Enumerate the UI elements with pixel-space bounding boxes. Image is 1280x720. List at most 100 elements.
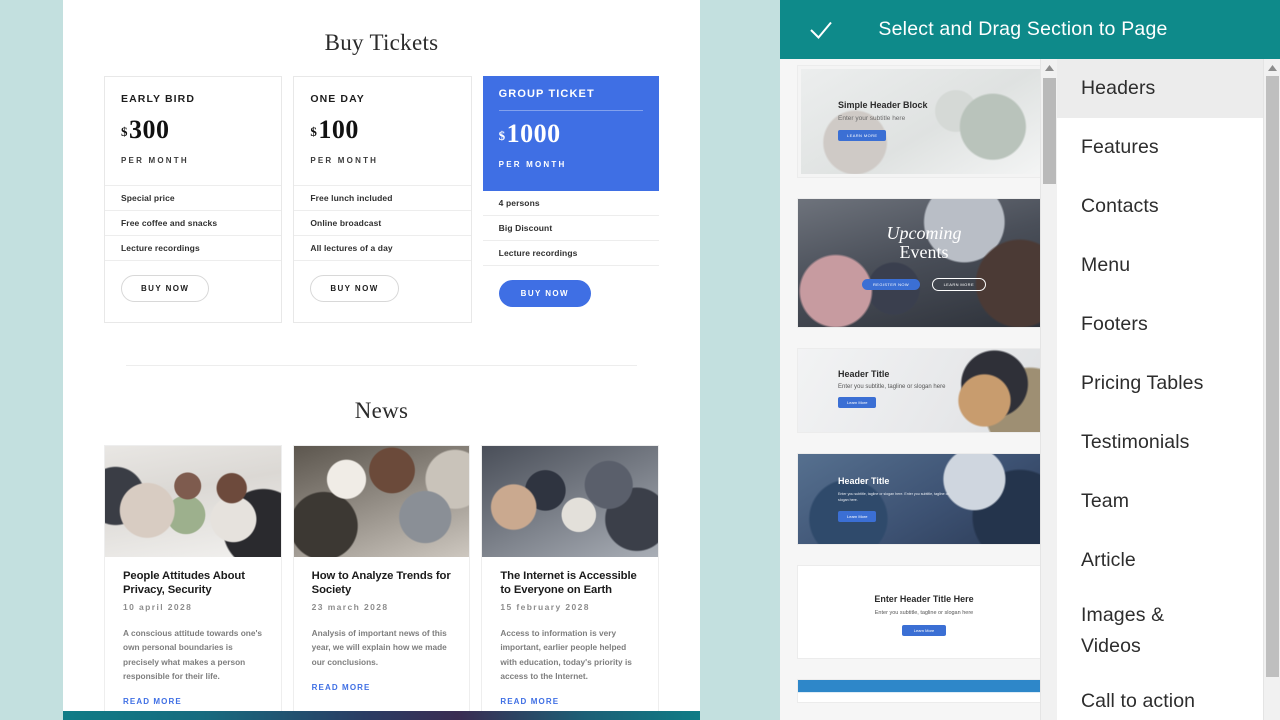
price-value: 100	[318, 115, 359, 144]
news-date: 23 march 2028	[311, 602, 389, 613]
thumbnail-title: Header Title	[838, 476, 890, 486]
panel-body: Simple Header Block Enter your subtitle …	[780, 59, 1280, 720]
pricing-feature: Free lunch included	[294, 186, 471, 211]
news-card-body: The Internet is Accessible to Everyone o…	[482, 557, 658, 720]
menu-scrollbar-thumb[interactable]	[1266, 76, 1279, 677]
pricing-feature: Lecture recordings	[482, 241, 659, 266]
pricing-card-early-bird[interactable]: EARLY BIRD $300 PER MONTH Special price …	[104, 76, 283, 323]
pricing-plan-wrap: GROUP TICKET	[498, 88, 643, 111]
menu-item-footers[interactable]: Footers	[1057, 295, 1280, 354]
menu-item-contacts[interactable]: Contacts	[1057, 177, 1280, 236]
thumbnails-scrollbar[interactable]	[1040, 59, 1057, 720]
news-thumbnail-image	[105, 446, 281, 557]
section-category-menu[interactable]: Headers Features Contacts Menu Footers P…	[1057, 59, 1280, 720]
read-more-link[interactable]: READ MORE	[312, 683, 452, 692]
section-thumbnail-upcoming-events[interactable]: Upcoming Events REGISTER NOW LEARN MORE	[797, 198, 1051, 328]
check-icon[interactable]	[806, 15, 836, 45]
price-value: 1000	[506, 119, 561, 148]
pricing-period: PER MONTH	[121, 156, 189, 165]
section-picker-panel[interactable]: Select and Drag Section to Page Simple H…	[780, 0, 1280, 720]
thumbnail-button[interactable]: Learn More	[838, 510, 877, 522]
menu-item-label: Features	[1081, 136, 1159, 158]
menu-item-label: Footers	[1081, 313, 1148, 335]
read-more-link[interactable]: READ MORE	[123, 697, 263, 706]
thumbnail-title-line1: Upcoming	[886, 223, 962, 243]
menu-item-testimonials[interactable]: Testimonials	[1057, 413, 1280, 472]
news-date: 10 april 2028	[123, 602, 193, 613]
menu-scrollbar[interactable]	[1263, 59, 1280, 720]
pricing-cards-row: EARLY BIRD $300 PER MONTH Special price …	[63, 56, 700, 323]
thumbnail-secondary-button[interactable]: LEARN MORE	[931, 277, 987, 291]
thumbnail-button[interactable]: LEARN MORE	[838, 130, 887, 141]
pricing-card-header: GROUP TICKET $1000 PER MONTH	[482, 76, 659, 191]
website-page[interactable]: Buy Tickets EARLY BIRD $300 PER MONTH Sp…	[63, 0, 700, 720]
news-card-body: How to Analyze Trends for Society 23 mar…	[294, 557, 470, 708]
pricing-card-footer: BUY NOW	[105, 261, 281, 318]
news-thumbnail-image	[482, 446, 659, 557]
thumbnail-button[interactable]: Learn More	[901, 625, 947, 636]
section-thumbnail-enter-header-title-here[interactable]: Enter Header Title Here Enter you subtit…	[797, 565, 1051, 659]
thumbnails-scrollbar-thumb[interactable]	[1043, 78, 1056, 184]
thumbnail-primary-button[interactable]: REGISTER NOW	[861, 278, 921, 290]
menu-item-pricing-tables[interactable]: Pricing Tables	[1057, 354, 1280, 413]
thumbnail-title: Simple Header Block	[838, 100, 928, 110]
menu-item-features[interactable]: Features	[1057, 118, 1280, 177]
pricing-plan-wrap: ONE DAY	[310, 93, 454, 105]
pricing-card-group-ticket[interactable]: GROUP TICKET $1000 PER MONTH 4 persons B…	[482, 76, 659, 323]
menu-item-call-to-action[interactable]: Call to action	[1057, 672, 1280, 720]
news-card[interactable]: How to Analyze Trends for Society 23 mar…	[292, 445, 471, 720]
menu-item-team[interactable]: Team	[1057, 472, 1280, 531]
next-section-strip[interactable]	[63, 711, 700, 720]
news-card-body: People Attitudes About Privacy, Security…	[105, 557, 281, 720]
news-excerpt: Analysis of important news of this year,…	[311, 628, 447, 667]
section-pricing[interactable]: Buy Tickets EARLY BIRD $300 PER MONTH Sp…	[63, 0, 700, 323]
pricing-plan-name: ONE DAY	[310, 93, 365, 105]
thumbnail-subtitle: Enter you subtitle, tagline or slogan he…	[838, 384, 946, 390]
pricing-feature: Big Discount	[482, 216, 659, 241]
panel-title: Select and Drag Section to Page	[878, 18, 1168, 40]
section-thumbnails-list: Simple Header Block Enter your subtitle …	[780, 59, 1057, 703]
pricing-plan-wrap: EARLY BIRD	[121, 93, 265, 105]
currency-symbol: $	[121, 124, 128, 139]
news-card[interactable]: People Attitudes About Privacy, Security…	[104, 445, 282, 720]
read-more-link[interactable]: READ MORE	[500, 697, 640, 706]
thumbnail-button[interactable]: Learn More	[838, 397, 877, 408]
chevron-up-icon	[1268, 64, 1277, 71]
pricing-card-footer: BUY NOW	[483, 266, 659, 323]
scroll-up-arrow-icon[interactable]	[1264, 59, 1280, 76]
currency-symbol: $	[310, 124, 318, 139]
section-thumbnail-header-title-overlay[interactable]: Header Title Enter you subtitle, tagline…	[797, 453, 1051, 545]
buy-now-button[interactable]: BUY NOW	[498, 280, 591, 307]
menu-item-headers[interactable]: Headers	[1057, 59, 1280, 118]
chevron-up-icon	[1045, 64, 1054, 71]
pricing-amount: $1000	[499, 119, 643, 149]
section-news[interactable]: News People Attitudes About Privacy, Sec…	[63, 366, 700, 720]
menu-item-label: Article	[1081, 549, 1136, 571]
pricing-card-header: ONE DAY $100 PER MONTH	[294, 77, 470, 185]
menu-item-images-videos[interactable]: Images & Videos	[1057, 590, 1202, 672]
menu-item-label: Contacts	[1081, 195, 1159, 217]
thumbnail-subtitle: Enter you subtitle, tagline or slogan he…	[838, 492, 949, 503]
section-thumbnail-partial-header-block[interactable]	[797, 679, 1051, 703]
pricing-plan-name: EARLY BIRD	[121, 93, 196, 105]
section-thumbnail-header-title-light[interactable]: Header Title Enter you subtitle, tagline…	[797, 348, 1051, 433]
pricing-amount: $300	[121, 115, 265, 145]
pricing-card-one-day[interactable]: ONE DAY $100 PER MONTH Free lunch includ…	[293, 76, 472, 323]
thumbnail-subtitle: Enter you subtitle, tagline or slogan he…	[874, 610, 974, 616]
menu-item-article[interactable]: Article	[1057, 531, 1280, 590]
website-preview-canvas[interactable]: Buy Tickets EARLY BIRD $300 PER MONTH Sp…	[0, 0, 780, 720]
section-thumbnail-simple-header-block[interactable]: Simple Header Block Enter your subtitle …	[797, 65, 1051, 178]
news-title: The Internet is Accessible to Everyone o…	[500, 570, 637, 597]
pricing-features: Free lunch included Online broadcast All…	[294, 185, 471, 261]
news-title: People Attitudes About Privacy, Security	[123, 570, 245, 597]
pricing-features: 4 persons Big Discount Lecture recording…	[482, 191, 659, 266]
thumbnail-subtitle: Enter your subtitle here	[838, 115, 906, 122]
news-cards-row: People Attitudes About Privacy, Security…	[63, 424, 700, 720]
buy-now-button[interactable]: BUY NOW	[121, 275, 210, 302]
menu-item-menu[interactable]: Menu	[1057, 236, 1280, 295]
buy-now-button[interactable]: BUY NOW	[310, 275, 399, 302]
news-card[interactable]: The Internet is Accessible to Everyone o…	[481, 445, 660, 720]
thumbnail-title: Header Title	[838, 369, 890, 379]
section-thumbnails-column[interactable]: Simple Header Block Enter your subtitle …	[780, 59, 1057, 720]
scroll-up-arrow-icon[interactable]	[1041, 59, 1057, 76]
